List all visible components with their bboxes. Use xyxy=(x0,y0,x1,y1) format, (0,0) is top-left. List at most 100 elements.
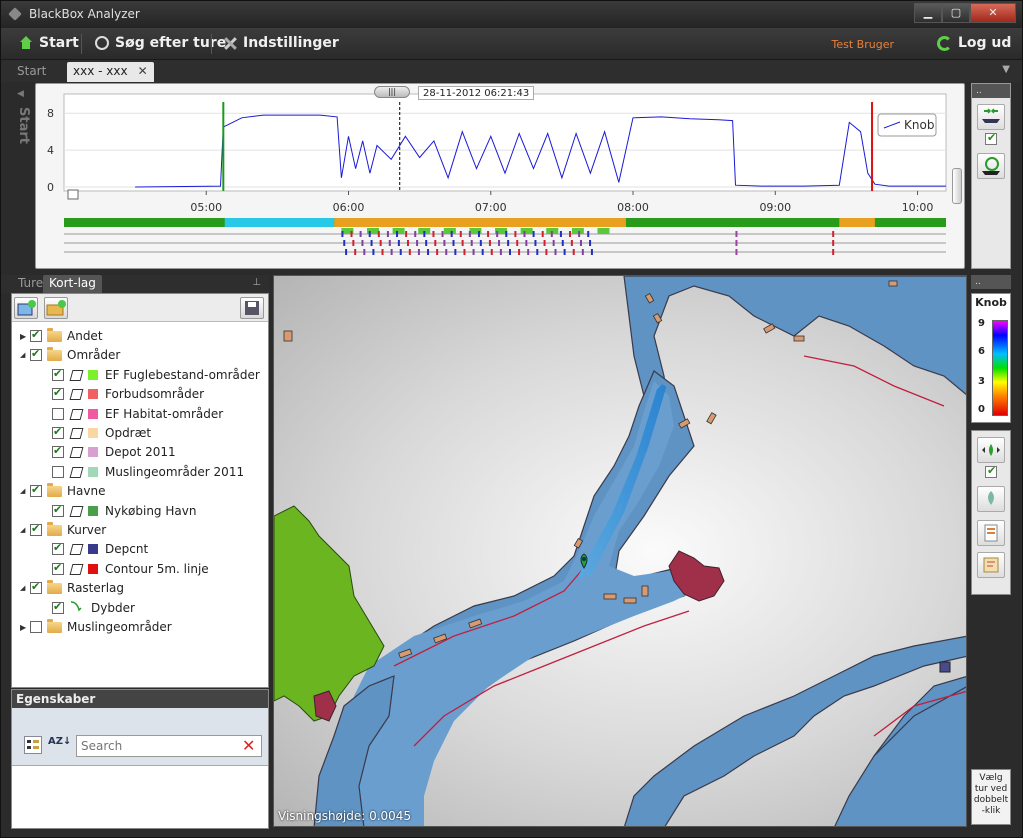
layer-checkbox[interactable] xyxy=(30,580,42,595)
tab-start[interactable]: Start xyxy=(11,62,52,82)
event-tick xyxy=(445,249,448,255)
event-tick xyxy=(370,240,373,246)
layer-group-row[interactable]: ▶ Andet xyxy=(20,326,103,346)
speed-chart[interactable]: 8 4 0 05:00 06:00 07:00 08:00 09:00 10:00 Knob xyxy=(36,84,964,268)
layer-row[interactable]: EF Habitat-områder xyxy=(52,404,223,424)
categorized-view-icon[interactable] xyxy=(24,736,42,754)
layer-checkbox[interactable] xyxy=(52,503,64,517)
properties-search-input[interactable] xyxy=(76,735,262,757)
map-export-button[interactable] xyxy=(977,552,1005,578)
layer-checkbox[interactable] xyxy=(52,367,64,381)
map-view[interactable]: Visningshøjde: 0.0045 xyxy=(273,275,967,827)
layer-checkbox[interactable] xyxy=(52,425,64,439)
layer-row[interactable]: Depot 2011 xyxy=(52,442,176,462)
x-tick-label: 08:00 xyxy=(617,201,649,214)
layer-row[interactable]: Depcnt xyxy=(52,539,148,559)
collapsed-arrow-icon[interactable]: ▶ xyxy=(20,332,30,341)
cursor-drag-handle[interactable]: ||| xyxy=(374,86,410,98)
event-tick xyxy=(477,231,480,237)
trip-tools-strip: .. xyxy=(971,83,1011,269)
expanded-arrow-icon[interactable]: ◢ xyxy=(20,487,30,495)
layer-row[interactable]: Muslingeområder 2011 xyxy=(52,462,244,482)
layer-checkbox[interactable] xyxy=(30,621,42,633)
layer-checkbox[interactable] xyxy=(30,483,42,498)
layer-row[interactable]: EF Fuglebestand-områder xyxy=(52,365,260,385)
start-button[interactable]: Start xyxy=(19,35,79,51)
report-button[interactable] xyxy=(977,520,1005,546)
layer-checkbox[interactable] xyxy=(30,347,42,362)
sort-alphabetical-icon[interactable]: AZ↓ xyxy=(48,736,71,747)
event-tick xyxy=(372,249,375,255)
pin-icon[interactable]: ⊥ xyxy=(252,277,261,288)
layer-group-row[interactable]: ◢ Rasterlag xyxy=(20,578,124,598)
layer-row[interactable]: Opdræt xyxy=(52,423,151,443)
clear-search-icon[interactable]: ✕ xyxy=(242,736,255,755)
layer-group-row[interactable]: ▶ Muslingeområder xyxy=(20,617,172,637)
collapsed-arrow-icon[interactable]: ▶ xyxy=(20,623,30,632)
speed-band-segment xyxy=(735,218,840,227)
event-tick xyxy=(434,240,437,246)
layer-row[interactable]: Forbudsområder xyxy=(52,384,204,404)
close-button[interactable]: ✕ xyxy=(970,3,1016,23)
curve-layer-icon xyxy=(69,562,83,576)
strip-header: .. xyxy=(972,84,1010,98)
layer-row[interactable]: Contour 5m. linje xyxy=(52,559,209,579)
tab-trip[interactable]: xxx - xxx ✕ xyxy=(67,62,154,82)
layer-checkbox[interactable] xyxy=(30,522,42,536)
boat-sync-button[interactable] xyxy=(977,104,1005,130)
minimize-button[interactable]: ▁ xyxy=(914,3,942,23)
layer-color-swatch xyxy=(88,466,98,477)
event-tick xyxy=(832,231,835,237)
layer-color-swatch xyxy=(88,428,98,438)
layer-checkbox[interactable] xyxy=(52,444,64,459)
layer-checkbox[interactable] xyxy=(52,541,64,556)
chart-scroll-handle[interactable] xyxy=(952,168,962,204)
layer-label: Områder xyxy=(67,348,121,363)
main-toolbar: Start Søg efter ture Indstillinger Test … xyxy=(1,28,1022,60)
boat-recycle-button[interactable] xyxy=(977,153,1005,179)
boat-sync-checkbox[interactable] xyxy=(985,131,997,145)
layer-group-row[interactable]: ◢ Havne xyxy=(20,481,105,501)
tab-trips-label: Ture xyxy=(18,276,44,290)
expanded-arrow-icon[interactable]: ◢ xyxy=(20,351,30,359)
add-folder-button[interactable] xyxy=(44,297,68,319)
start-side-tab[interactable]: ◀ Start xyxy=(13,87,33,267)
polygon-layer-icon xyxy=(69,368,83,382)
follow-boat-checkbox[interactable] xyxy=(985,464,997,478)
layer-label: Opdræt xyxy=(105,426,152,440)
tab-menu-icon[interactable]: ▼ xyxy=(1002,64,1010,75)
layer-group-row[interactable]: ◢ Kurver xyxy=(20,520,106,540)
tab-layers[interactable]: Kort-lag xyxy=(43,275,102,293)
search-trips-button[interactable]: Søg efter ture xyxy=(95,35,226,51)
event-tick xyxy=(536,249,539,255)
collapse-left-icon[interactable]: ◀ xyxy=(17,89,24,99)
expanded-arrow-icon[interactable]: ◢ xyxy=(20,526,30,534)
map-tools-box xyxy=(971,430,1011,595)
event-tick xyxy=(735,231,738,237)
event-tick xyxy=(468,231,471,237)
logout-button[interactable]: Log ud xyxy=(937,35,1011,51)
follow-boat-button[interactable] xyxy=(977,437,1005,463)
zoom-reset-button[interactable] xyxy=(67,189,79,200)
layer-row[interactable]: Nykøbing Havn xyxy=(52,501,196,521)
nautical-map[interactable] xyxy=(274,276,967,827)
expanded-arrow-icon[interactable]: ◢ xyxy=(20,584,30,592)
layer-group-row[interactable]: ◢ Områder xyxy=(20,345,120,365)
settings-button[interactable]: Indstillinger xyxy=(223,35,339,51)
save-layers-button[interactable] xyxy=(240,297,264,319)
maximize-button[interactable]: ▢ xyxy=(942,3,970,23)
add-layer-button[interactable] xyxy=(14,297,38,319)
layer-checkbox[interactable] xyxy=(52,600,64,614)
layer-checkbox[interactable] xyxy=(52,465,64,478)
activity-block xyxy=(520,228,533,234)
layer-checkbox[interactable] xyxy=(52,386,64,401)
zoom-boat-button[interactable] xyxy=(977,486,1005,512)
x-tick-label: 10:00 xyxy=(902,201,934,214)
layer-checkbox[interactable] xyxy=(52,407,64,420)
layer-checkbox[interactable] xyxy=(52,561,64,575)
layer-checkbox[interactable] xyxy=(30,328,42,342)
tab-close-icon[interactable]: ✕ xyxy=(138,64,148,78)
app-window: BlackBox Analyzer ▁ ▢ ✕ Start Søg efter … xyxy=(0,0,1023,838)
event-tick xyxy=(423,231,426,237)
layer-row[interactable]: Dybder xyxy=(52,598,135,618)
